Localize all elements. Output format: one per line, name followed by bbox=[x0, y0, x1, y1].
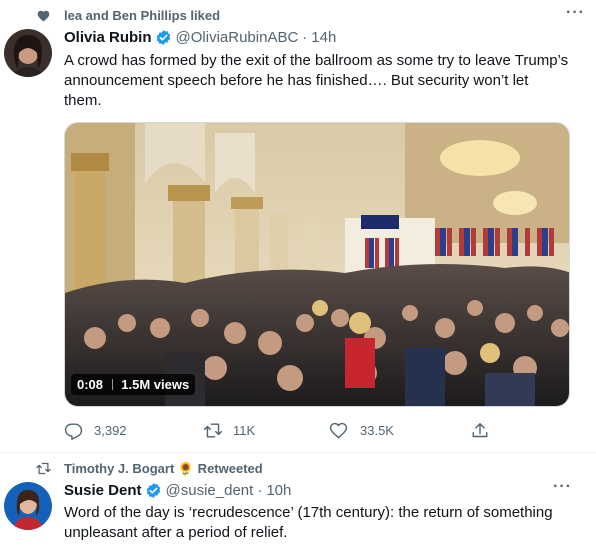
retweet-context-icon bbox=[36, 462, 51, 475]
tweet-header: Susie Dent @susie_dent · 10h bbox=[64, 482, 292, 499]
like-icon bbox=[329, 422, 348, 439]
tweet-header: Olivia Rubin @OliviaRubinABC · 14h bbox=[64, 29, 337, 46]
video-views: 1.5M views bbox=[121, 377, 190, 392]
tweet-time[interactable]: 14h bbox=[311, 29, 336, 46]
share-icon bbox=[472, 423, 488, 438]
tweet-text: Word of the day is ‘recrudescence’ (17th… bbox=[64, 504, 553, 541]
avatar[interactable] bbox=[4, 482, 52, 530]
author-handle[interactable]: @susie_dent bbox=[166, 482, 254, 499]
reply-button[interactable]: 3,392 bbox=[64, 421, 127, 440]
author-name[interactable]: Olivia Rubin bbox=[64, 29, 152, 46]
retweet-context[interactable]: Timothy J. Bogart 🌻 Retweeted bbox=[64, 461, 263, 477]
avatar[interactable] bbox=[4, 29, 52, 77]
share-button[interactable] bbox=[471, 421, 489, 445]
retweet-button[interactable]: 11K bbox=[203, 421, 255, 440]
video-duration-badge: 0:08 1.5M views bbox=[71, 374, 196, 395]
tweet-text: A crowd has formed by the exit of the ba… bbox=[64, 52, 569, 109]
author-handle[interactable]: @OliviaRubinABC bbox=[176, 29, 299, 46]
author-name[interactable]: Susie Dent bbox=[64, 482, 142, 499]
reply-count: 3,392 bbox=[94, 423, 127, 438]
more-icon[interactable]: ··· bbox=[553, 478, 572, 496]
tweet-time[interactable]: 10h bbox=[266, 482, 291, 499]
verified-badge-icon bbox=[146, 483, 160, 498]
reply-icon bbox=[64, 423, 83, 440]
verified-badge-icon bbox=[156, 30, 170, 45]
social-context[interactable]: lea and Ben Phillips liked bbox=[64, 8, 220, 23]
heart-icon bbox=[37, 10, 50, 22]
tweet-divider bbox=[0, 452, 596, 453]
retweet-count: 11K bbox=[233, 423, 256, 438]
like-button[interactable]: 33.5K bbox=[329, 421, 394, 440]
video-thumbnail bbox=[65, 123, 569, 406]
retweet-icon bbox=[203, 423, 223, 438]
like-count: 33.5K bbox=[360, 423, 394, 438]
video-player[interactable]: 0:08 1.5M views bbox=[64, 122, 570, 407]
more-icon[interactable]: ··· bbox=[566, 4, 585, 22]
